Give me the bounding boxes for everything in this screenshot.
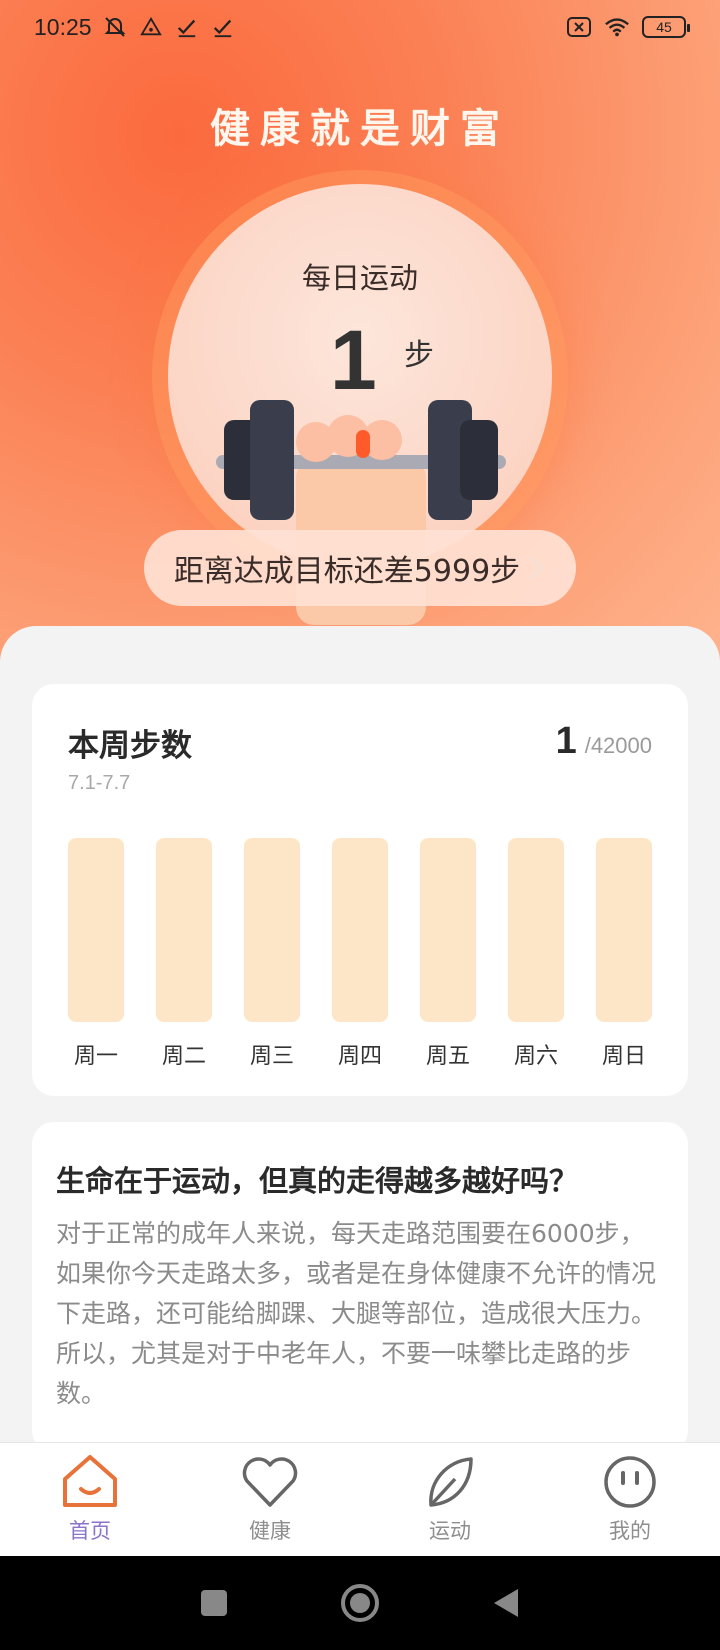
daily-step-count: 1 (330, 313, 377, 407)
status-bar: 10:25 45 (0, 0, 720, 54)
check-icon (174, 14, 200, 40)
article-body: 对于正常的成年人来说，每天走路范围要在6000步，如果你今天走路太多，或者是在身… (56, 1219, 657, 1408)
home-nav-icon[interactable] (340, 1583, 380, 1623)
tab-health[interactable]: 健康 (180, 1443, 360, 1556)
weekly-steps-value: 1 (555, 720, 577, 762)
bar-track (332, 838, 388, 1022)
chevron-right-icon (531, 556, 545, 580)
bar-column: 周四 (332, 838, 388, 1078)
weekly-steps-goal: /42000 (584, 733, 652, 758)
bar-day-label: 周六 (513, 1044, 558, 1069)
smiley-icon (604, 1456, 656, 1508)
bar-column: 周三 (244, 838, 300, 1078)
tab-exercise[interactable]: 运动 (360, 1443, 540, 1556)
status-time: 10:25 (34, 13, 92, 40)
weekly-steps-total: 1 /42000 (556, 720, 652, 763)
home-icon (63, 1455, 117, 1507)
tab-label: 我的 (609, 1519, 651, 1543)
bar-day-label: 周五 (425, 1044, 470, 1069)
weekly-steps-card[interactable]: 本周步数 7.1-7.7 1 /42000 周一 周二 周三 周四 周五 周六 周日 (32, 684, 688, 1096)
wifi-icon (604, 14, 630, 40)
mute-icon (102, 14, 128, 40)
bar-track (596, 838, 652, 1022)
tab-label: 健康 (249, 1519, 291, 1543)
weekly-bar-chart: 周一 周二 周三 周四 周五 周六 周日 (68, 838, 652, 1088)
daily-exercise-label: 每日运动 (301, 261, 418, 295)
leaf-icon (429, 1457, 473, 1507)
recents-icon[interactable] (198, 1587, 230, 1619)
article-title: 生命在于运动，但真的走得越多越好吗？ (56, 1164, 579, 1198)
step-unit: 步 (404, 338, 434, 373)
bar-day-label: 周三 (249, 1044, 294, 1069)
bar-column: 周二 (156, 838, 212, 1078)
back-icon[interactable] (490, 1586, 522, 1620)
bar-track (420, 838, 476, 1022)
bar-day-label: 周日 (601, 1044, 646, 1069)
goal-remaining-text: 距离达成目标还差5999步 (173, 554, 521, 589)
battery-indicator: 45 (642, 16, 690, 38)
check-icon (210, 14, 236, 40)
triangle-alert-icon (138, 14, 164, 40)
system-nav-bar (0, 1556, 720, 1650)
bar-track (508, 838, 564, 1022)
heart-icon (242, 1457, 298, 1507)
hero-title: 健康就是财富 (210, 105, 510, 152)
goal-remaining-button[interactable]: 距离达成目标还差5999步 (144, 530, 576, 606)
bar-track (156, 838, 212, 1022)
tab-label: 首页 (69, 1519, 111, 1543)
sim-off-icon (566, 14, 592, 40)
bar-track (68, 838, 124, 1022)
bar-day-label: 周四 (337, 1044, 382, 1069)
bar-column: 周六 (508, 838, 564, 1078)
weekly-steps-title: 本周步数 (68, 728, 192, 764)
article-card[interactable]: 生命在于运动，但真的走得越多越好吗？ 对于正常的成年人来说，每天走路范围要在60… (32, 1122, 688, 1452)
bottom-tab-bar: 首页 健康 运动 我的 (0, 1442, 720, 1556)
week-date-range: 7.1-7.7 (68, 772, 131, 794)
bar-day-label: 周一 (73, 1044, 118, 1069)
bar-column: 周日 (596, 838, 652, 1078)
bar-track (244, 838, 300, 1022)
bar-column: 周五 (420, 838, 476, 1078)
bar-day-label: 周二 (161, 1044, 206, 1069)
bar-column: 周一 (68, 838, 124, 1078)
tab-mine[interactable]: 我的 (540, 1443, 720, 1556)
tab-label: 运动 (429, 1519, 471, 1543)
tab-home[interactable]: 首页 (0, 1443, 180, 1556)
